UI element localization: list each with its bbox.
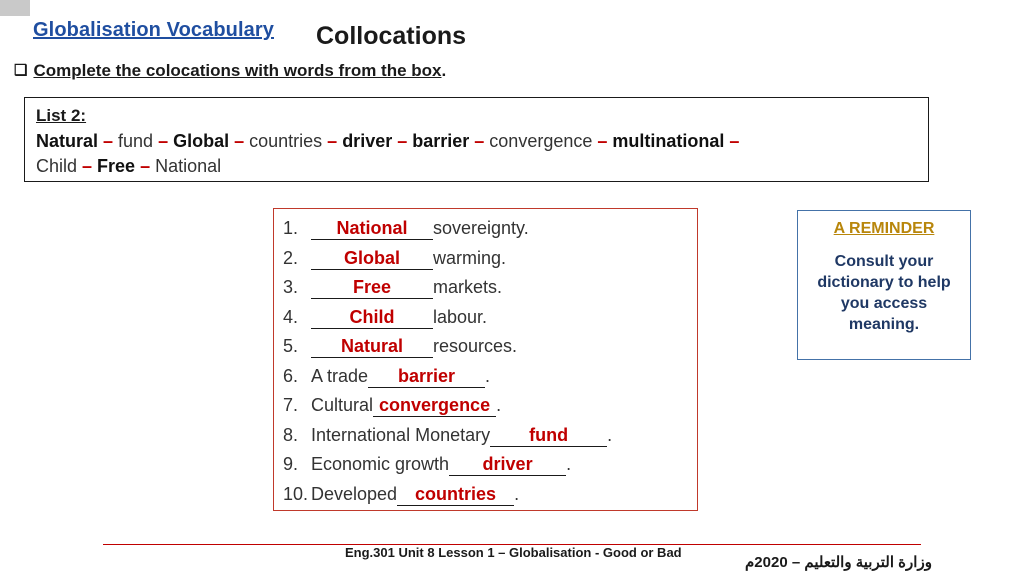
word-bank-line-2: Child – Free – National <box>36 156 221 177</box>
exercise-answer-blank[interactable]: National <box>311 218 433 240</box>
exercise-answer-blank[interactable]: Child <box>311 307 433 329</box>
exercise-item-number: 3. <box>283 277 299 297</box>
exercise-item-number: 5. <box>283 336 299 356</box>
exercise-item-prefix: A trade <box>311 365 369 386</box>
word-bank-token: Natural <box>36 131 99 151</box>
exercise-answer-blank[interactable]: Natural <box>311 336 433 358</box>
exercise-answer-blank[interactable]: barrier <box>368 366 486 388</box>
exercise-item-suffix: . <box>485 365 491 386</box>
word-bank-token: – <box>392 131 413 151</box>
exercise-item-suffix: markets. <box>433 277 503 297</box>
exercise-item: 4. Child labour. <box>283 307 693 337</box>
instruction-underlined: Complete the colocations with words from… <box>33 61 442 80</box>
footer-center-text: Eng.301 Unit 8 Lesson 1 – Globalisation … <box>345 545 682 560</box>
word-bank-token: driver <box>342 131 393 151</box>
exercise-item-number: 1. <box>283 218 299 238</box>
exercise-answer-blank[interactable]: fund <box>490 425 608 447</box>
word-bank-token: – <box>469 131 490 151</box>
word-bank-token: multinational <box>612 131 725 151</box>
exercise-item-number: 8. <box>283 424 299 445</box>
word-bank-token: – <box>98 131 119 151</box>
reminder-box: A REMINDER Consult your dictionary to he… <box>797 210 971 360</box>
exercise-item: 1. National sovereignty. <box>283 218 693 248</box>
exercise-item-number: 7. <box>283 395 299 415</box>
exercise-item-prefix: Economic growth <box>311 454 450 474</box>
word-bank-token: – <box>153 131 174 151</box>
exercise-item-number: 2. <box>283 247 299 268</box>
exercise-item-number: 9. <box>283 454 299 474</box>
exercise-answer-blank[interactable]: Global <box>311 248 433 270</box>
exercise-item: 8. International Monetary fund. <box>283 425 693 455</box>
word-bank-token: Global <box>173 131 230 151</box>
reminder-body: Consult your dictionary to help you acce… <box>817 253 951 334</box>
word-bank-box: List 2: Natural – fund – Global – countr… <box>24 97 929 182</box>
exercise-item: 6. A trade barrier. <box>283 366 693 396</box>
instruction-tail: . <box>441 61 447 80</box>
exercise-item-number: 6. <box>283 365 299 386</box>
slide-canvas: Globalisation Vocabulary Collocations ❑ C… <box>0 0 1024 576</box>
exercise-item-suffix: . <box>496 395 502 415</box>
exercise-box: 1. National sovereignty. 2. Global warming.… <box>273 208 698 511</box>
exercise-item-suffix: . <box>514 483 520 504</box>
page-title: Collocations <box>316 22 467 50</box>
word-bank-label: List 2: <box>36 106 87 125</box>
word-bank-token: Free <box>97 156 136 176</box>
exercise-item-prefix: International Monetary <box>311 424 491 445</box>
exercise-item-suffix: sovereignty. <box>433 218 529 238</box>
footer-arabic-text: وزارة التربية والتعليم – 2020م <box>745 554 932 571</box>
exercise-item: 2. Global warming. <box>283 248 693 278</box>
exercise-item-suffix: . <box>607 424 613 445</box>
word-bank-token: National <box>155 156 222 176</box>
exercise-item: 5. Natural resources. <box>283 336 693 366</box>
exercise-item: 9. Economic growth driver. <box>283 454 693 484</box>
word-bank-token: countries <box>249 131 323 151</box>
exercise-item: 10. Developed countries. <box>283 484 693 514</box>
word-bank-token: fund <box>118 131 154 151</box>
word-bank-token: – <box>322 131 343 151</box>
exercise-item-number: 10. <box>283 483 309 504</box>
exercise-answer-blank[interactable]: convergence <box>373 395 497 417</box>
exercise-item-suffix: warming. <box>433 247 507 268</box>
exercise-item: 3. Free markets. <box>283 277 693 307</box>
exercise-item-suffix: . <box>566 454 572 474</box>
corner-decoration <box>0 0 30 16</box>
page-subtitle-link[interactable]: Globalisation Vocabulary <box>33 19 274 42</box>
word-bank-token: Child <box>36 156 78 176</box>
instruction-text: ❑ Complete the colocations with words fro… <box>14 61 446 81</box>
word-bank-token: – <box>229 131 250 151</box>
exercise-item-suffix: resources. <box>433 336 518 356</box>
word-bank-token: – <box>592 131 613 151</box>
exercise-answer-blank[interactable]: Free <box>311 277 433 299</box>
word-bank-token: convergence <box>489 131 593 151</box>
exercise-item-prefix: Developed <box>311 483 398 504</box>
word-bank-token: – <box>135 156 156 176</box>
exercise-item-number: 4. <box>283 306 299 327</box>
word-bank-token: barrier <box>412 131 470 151</box>
exercise-item-suffix: labour. <box>433 306 488 327</box>
reminder-title: A REMINDER <box>833 220 935 237</box>
exercise-item: 7. Cultural convergence. <box>283 395 693 425</box>
word-bank-line-1: Natural – fund – Global – countries – dr… <box>36 131 739 152</box>
exercise-item-prefix: Cultural <box>311 395 374 415</box>
exercise-answer-blank[interactable]: driver <box>449 454 567 476</box>
word-bank-token: – <box>724 131 740 151</box>
bullet-icon: ❑ <box>14 62 28 79</box>
exercise-list: 1. National sovereignty. 2. Global warming.… <box>283 218 693 513</box>
word-bank-token: – <box>77 156 98 176</box>
exercise-answer-blank[interactable]: countries <box>397 484 515 506</box>
